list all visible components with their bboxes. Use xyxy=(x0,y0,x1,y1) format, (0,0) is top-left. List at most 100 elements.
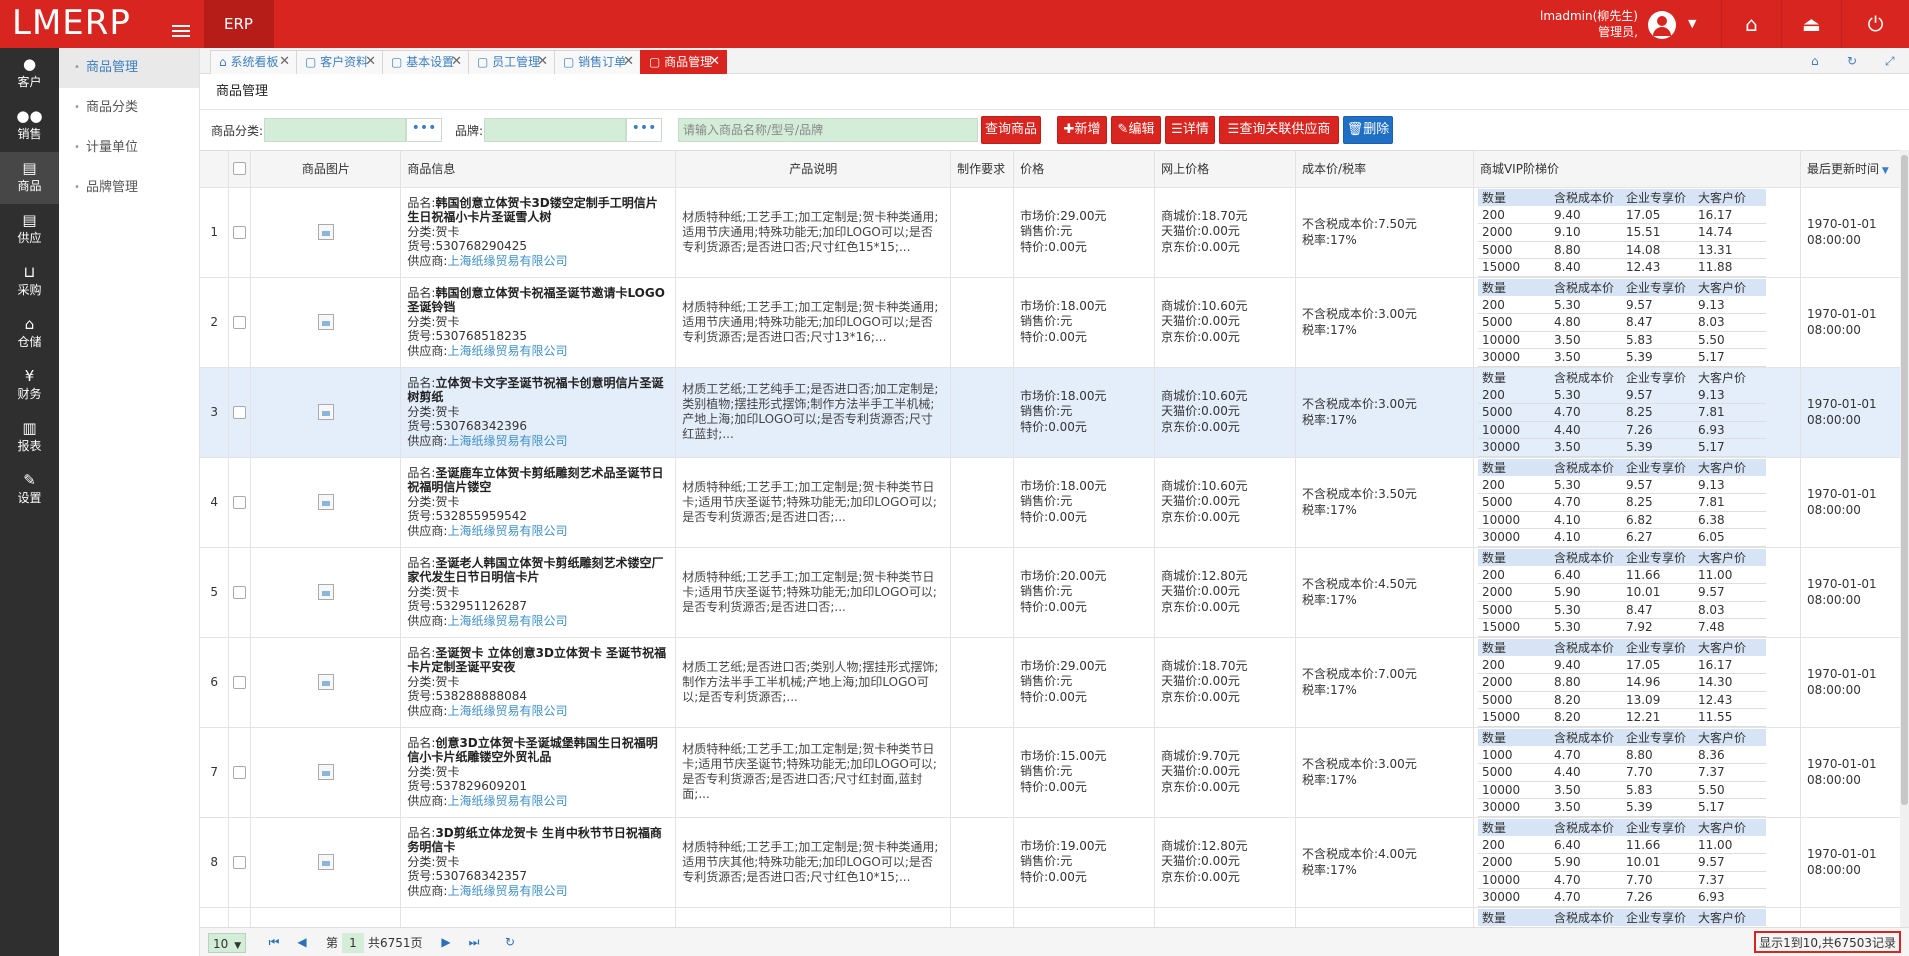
product-image-icon[interactable] xyxy=(317,854,334,870)
nav-item-6[interactable]: ¥ 财务 xyxy=(0,360,59,412)
fullscreen-icon[interactable]: ⤢ xyxy=(1885,54,1895,69)
vip-tier-value: 4.80 xyxy=(1549,313,1622,332)
product-image-icon[interactable] xyxy=(317,224,334,240)
close-icon[interactable]: ✕ xyxy=(451,51,462,73)
row-checkbox[interactable] xyxy=(233,765,247,779)
product-image-icon[interactable] xyxy=(317,764,334,780)
column-header-5[interactable]: 价格 xyxy=(1013,151,1156,188)
close-icon[interactable]: ✕ xyxy=(537,51,548,73)
product-image-icon[interactable] xyxy=(317,314,334,330)
scrollbar-thumb[interactable] xyxy=(1901,155,1908,805)
column-header-2[interactable]: 商品信息 xyxy=(400,151,677,188)
product-image-icon[interactable] xyxy=(317,494,334,510)
page-number-input[interactable]: 1 xyxy=(342,933,364,953)
category-input[interactable] xyxy=(264,118,406,142)
row-checkbox[interactable] xyxy=(233,675,247,689)
subnav-item-2[interactable]: 计量单位 xyxy=(59,128,199,168)
column-header-8[interactable]: 商城VIP阶梯价 xyxy=(1473,151,1801,188)
avatar-icon[interactable] xyxy=(1648,11,1676,39)
product-image-icon[interactable] xyxy=(317,674,334,690)
close-icon[interactable]: ✕ xyxy=(279,51,290,73)
table-row[interactable]: 6 品名:圣诞贺卡 立体创意3D立体贺卡 圣诞节祝福卡片定制圣诞平安夜 分类:贺卡货… xyxy=(200,637,1909,728)
chevron-down-icon[interactable]: ▼ xyxy=(1688,17,1696,30)
search-input[interactable]: 请输入商品名称/型号/品牌 xyxy=(678,118,978,142)
tab-4[interactable]: ▢ 销售订单 ✕ xyxy=(554,50,641,74)
prev-page-button[interactable]: ◀ xyxy=(292,932,312,952)
subnav-item-3[interactable]: 品牌管理 xyxy=(59,168,199,208)
erp-module-tab[interactable]: ERP xyxy=(204,0,274,48)
close-icon[interactable]: ✕ xyxy=(623,51,634,73)
table-row[interactable]: 7 品名:创意3D立体贺卡圣诞城堡韩国生日祝福明信小卡片纸雕镂空外贸礼品 分类:贺卡… xyxy=(200,727,1909,818)
nav-item-2[interactable]: ▤ 商品 xyxy=(0,152,59,204)
nav-item-7[interactable]: ▥ 报表 xyxy=(0,412,59,464)
nav-item-3[interactable]: ▤ 供应 xyxy=(0,204,59,256)
home-button[interactable]: ⌂ xyxy=(1721,0,1781,48)
product-image-icon[interactable] xyxy=(317,584,334,600)
query-supplier-button[interactable]: ☰查询关联供应商 xyxy=(1219,116,1339,144)
nav-item-1[interactable]: ●● 销售 xyxy=(0,100,59,152)
first-page-button[interactable]: ⏮ xyxy=(264,932,284,952)
category-picker-button[interactable]: ••• xyxy=(406,118,442,142)
special-price-value: 0.00元 xyxy=(1048,329,1087,344)
product-desc-cell: 材质特种纸;工艺手工;加工定制是;贺卡种类节日卡;适用节庆圣诞节;特殊功能无;加… xyxy=(675,547,952,638)
brand-picker-button[interactable]: ••• xyxy=(626,118,662,142)
column-header-6[interactable]: 网上价格 xyxy=(1154,151,1297,188)
refresh-icon[interactable]: ↻ xyxy=(1847,54,1857,68)
delete-button[interactable]: 🗑删除 xyxy=(1343,116,1393,144)
add-button[interactable]: ✚新增 xyxy=(1057,116,1107,144)
clear-cache-button[interactable]: ⏏ xyxy=(1781,0,1841,48)
nav-item-5[interactable]: ⌂ 仓储 xyxy=(0,308,59,360)
tab-5[interactable]: ▢ 商品管理 ✕ xyxy=(640,50,727,74)
edit-button[interactable]: ✎编辑 xyxy=(1111,116,1161,144)
column-header-4[interactable]: 制作要求 xyxy=(950,151,1015,188)
updated-date: 1970-01-01 xyxy=(1806,487,1877,501)
column-header-1[interactable]: 商品图片 xyxy=(250,151,402,188)
table-row[interactable]: 品名:2017新年立体贺卡纸雕工艺品工艺纯手工;是否进口否;加工定制是;类别其他… xyxy=(200,907,1909,927)
row-checkbox[interactable] xyxy=(233,315,247,329)
close-icon[interactable]: ✕ xyxy=(365,51,376,73)
table-row[interactable]: 8 品名:3D剪纸立体龙贺卡 生肖中秋节节日祝福商务明信卡 分类:贺卡 货号:5307… xyxy=(200,817,1909,908)
table-row[interactable]: 1 品名:韩国创意立体贺卡3D镂空定制手工明信片生日祝福小卡片圣诞雪人树 分类:贺卡… xyxy=(200,187,1909,278)
row-checkbox[interactable] xyxy=(233,225,247,239)
row-checkbox[interactable] xyxy=(233,855,247,869)
vip-tier-row: 15000 8.40 12.43 11.88 xyxy=(1477,258,1766,277)
search-products-button[interactable]: 查询商品 xyxy=(981,116,1041,144)
select-all-checkbox[interactable] xyxy=(233,162,247,176)
main-nav: ● 客户 ●● 销售 ▤ 商品 ▤ 供应 ⊔ 采购 ⌂ 仓储 ¥ 财务 ▥ 报表 ✎ 设置 xyxy=(0,48,59,956)
nav-item-8[interactable]: ✎ 设置 xyxy=(0,464,59,516)
tab-2[interactable]: ▢ 基本设置 ✕ xyxy=(382,50,469,74)
close-icon[interactable]: ✕ xyxy=(709,51,720,73)
row-checkbox[interactable] xyxy=(233,495,247,509)
sort-desc-icon[interactable]: ▼ xyxy=(1879,166,1889,176)
menu-toggle-icon[interactable] xyxy=(172,25,190,39)
home-icon[interactable]: ⌂ xyxy=(1811,54,1819,68)
nav-item-4[interactable]: ⊔ 采购 xyxy=(0,256,59,308)
tab-0[interactable]: ⌂ 系统看板 ✕ xyxy=(210,50,297,74)
table-row[interactable]: 3 品名:立体贺卡文字圣诞节祝福卡创意明信片圣诞树剪纸 分类:贺卡 货号:530768… xyxy=(200,367,1909,458)
vip-tier-row: 200 5.30 9.57 9.13 xyxy=(1477,296,1766,314)
column-header-3[interactable]: 产品说明 xyxy=(675,151,952,188)
logout-button[interactable]: ⏻ xyxy=(1841,0,1909,48)
brand-input[interactable] xyxy=(484,118,626,142)
detail-button[interactable]: ☰详情 xyxy=(1165,116,1215,144)
page-size-select[interactable]: 10 ▼ xyxy=(208,933,246,953)
row-checkbox[interactable] xyxy=(233,405,247,419)
table-row[interactable]: 2 品名:韩国创意立体贺卡祝福圣诞节邀请卡LOGO圣诞铃铛 分类:贺卡 货号:5307… xyxy=(200,277,1909,368)
nav-item-0[interactable]: ● 客户 xyxy=(0,48,59,100)
tab-1[interactable]: ▢ 客户资料 ✕ xyxy=(296,50,383,74)
product-info: 品名:圣诞老人韩国立体贺卡剪纸雕刻艺术镂空厂家代发生日节日明信卡片 分类:贺卡 货号… xyxy=(401,554,675,631)
subnav-item-0[interactable]: 商品管理 xyxy=(59,48,199,88)
tab-3[interactable]: ▢ 员工管理 ✕ xyxy=(468,50,555,74)
column-header-9[interactable]: 最后更新时间 ▼ xyxy=(1800,151,1909,188)
subnav-item-1[interactable]: 商品分类 xyxy=(59,88,199,128)
column-header-7[interactable]: 成本价/税率 xyxy=(1295,151,1474,188)
next-page-button[interactable]: ▶ xyxy=(436,932,456,952)
table-row[interactable]: 5 品名:圣诞老人韩国立体贺卡剪纸雕刻艺术镂空厂家代发生日节日明信卡片 分类:贺卡货… xyxy=(200,547,1909,638)
vip-tier-value: 10.01 xyxy=(1621,583,1694,602)
table-row[interactable]: 4 品名:圣诞鹿车立体贺卡剪纸雕刻艺术品圣诞节日祝福明信片镂空 分类:贺卡 货号:53… xyxy=(200,457,1909,548)
refresh-button[interactable]: ↻ xyxy=(500,932,520,952)
row-checkbox[interactable] xyxy=(233,585,247,599)
product-image-icon[interactable] xyxy=(317,404,334,420)
last-page-button[interactable]: ⏭ xyxy=(464,932,484,952)
grid-scrollbar[interactable] xyxy=(1900,150,1909,927)
